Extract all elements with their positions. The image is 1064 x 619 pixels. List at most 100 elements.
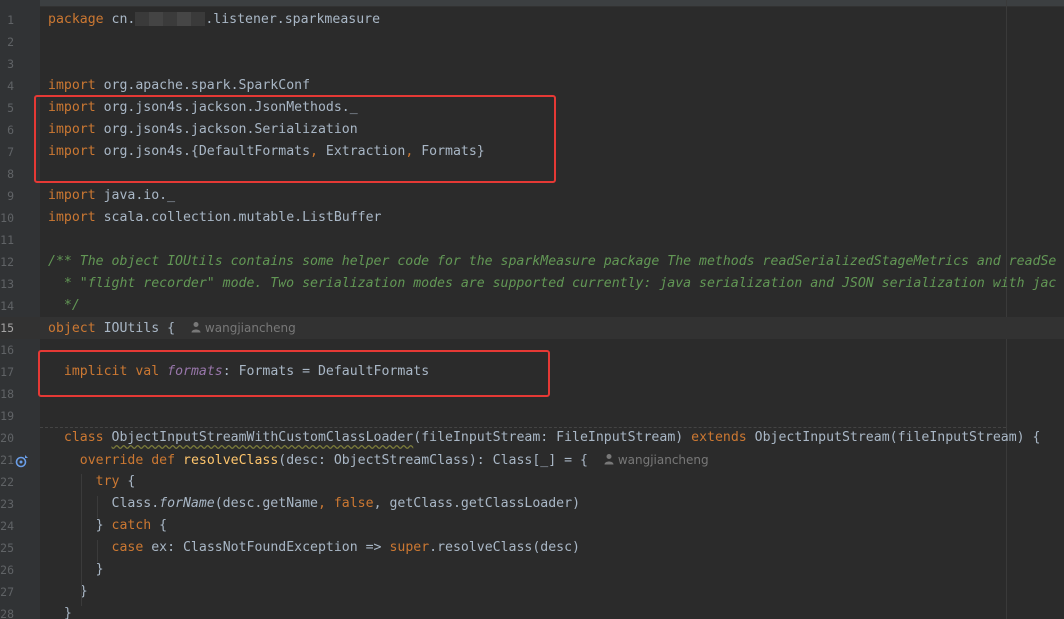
code-token: catch bbox=[111, 518, 152, 533]
code-line[interactable]: 10 import scala.collection.mutable.ListBu… bbox=[0, 207, 1064, 229]
indent-guide bbox=[97, 496, 98, 518]
line-number[interactable]: 25 bbox=[0, 537, 14, 559]
code-token: ObjectInputStreamWithCustomClassLoader bbox=[111, 430, 414, 445]
code-token: Class. bbox=[48, 496, 160, 511]
code-token: getClass.getClassLoader) bbox=[381, 496, 581, 511]
code-line[interactable]: 2 bbox=[0, 31, 1064, 53]
line-number[interactable]: 11 bbox=[0, 229, 14, 251]
code-token: super bbox=[389, 540, 430, 555]
line-number[interactable]: 6 bbox=[0, 119, 14, 141]
code-line[interactable]: 22 try { bbox=[0, 471, 1064, 493]
author-hint[interactable]: wangjiancheng bbox=[604, 453, 709, 467]
author-name: wangjiancheng bbox=[204, 321, 296, 335]
code-editor[interactable]: 1 package cn. .listener.sparkmeasure 2 3 4 imp… bbox=[0, 0, 1064, 619]
line-number[interactable]: 24 bbox=[0, 515, 14, 537]
code-line[interactable]: 24 } catch { bbox=[0, 515, 1064, 537]
code-line[interactable]: 25 case ex: ClassNotFoundException => su… bbox=[0, 537, 1064, 559]
line-number[interactable]: 2 bbox=[0, 31, 14, 53]
author-hint[interactable]: wangjiancheng bbox=[191, 321, 296, 335]
line-number[interactable]: 19 bbox=[0, 405, 14, 427]
code-line[interactable]: 26 } bbox=[0, 559, 1064, 581]
code-line[interactable]: 21 override def resolveClass(desc: Objec… bbox=[0, 449, 1064, 471]
line-number[interactable]: 18 bbox=[0, 383, 14, 405]
code-text[interactable]: */ bbox=[48, 295, 80, 317]
code-line[interactable]: 11 bbox=[0, 229, 1064, 251]
code-token: (desc.getName bbox=[214, 496, 318, 511]
line-number[interactable]: 8 bbox=[0, 163, 14, 185]
code-line[interactable]: 23 Class.forName(desc.getName, false, ge… bbox=[0, 493, 1064, 515]
code-line[interactable]: 1 package cn. .listener.sparkmeasure bbox=[0, 9, 1064, 31]
line-number[interactable]: 21 bbox=[0, 449, 14, 471]
code-token: , bbox=[373, 496, 382, 511]
code-token: import bbox=[48, 210, 96, 225]
code-text[interactable]: case ex: ClassNotFoundException => super… bbox=[48, 537, 580, 559]
line-number[interactable]: 1 bbox=[0, 9, 14, 31]
code-token: import bbox=[48, 188, 96, 203]
line-number[interactable]: 5 bbox=[0, 97, 14, 119]
code-line[interactable]: 27 } bbox=[0, 581, 1064, 603]
line-number[interactable]: 15 bbox=[0, 317, 14, 339]
code-text[interactable]: } bbox=[48, 603, 72, 619]
person-icon bbox=[604, 454, 614, 465]
code-token: java.io._ bbox=[95, 188, 176, 203]
code-token: cn. bbox=[103, 12, 136, 27]
code-line[interactable]: 12 /** The object IOUtils contains some h… bbox=[0, 251, 1064, 273]
code-token: } bbox=[48, 562, 104, 577]
code-line[interactable]: 9 import java.io._ bbox=[0, 185, 1064, 207]
code-text[interactable]: import org.apache.spark.SparkConf bbox=[48, 75, 310, 97]
code-text[interactable]: import java.io._ bbox=[48, 185, 175, 207]
line-number[interactable]: 10 bbox=[0, 207, 14, 229]
code-token: scala.collection.mutable.ListBuffer bbox=[95, 210, 382, 225]
line-number[interactable]: 13 bbox=[0, 273, 14, 295]
line-number[interactable]: 16 bbox=[0, 339, 14, 361]
line-number[interactable]: 7 bbox=[0, 141, 14, 163]
code-line[interactable]: 20 class ObjectInputStreamWithCustomClas… bbox=[0, 427, 1064, 449]
code-text[interactable]: import scala.collection.mutable.ListBuff… bbox=[48, 207, 381, 229]
code-line[interactable]: 3 bbox=[0, 53, 1064, 75]
code-text[interactable]: } catch { bbox=[48, 515, 168, 537]
code-token: IOUtils { bbox=[95, 321, 191, 336]
code-text[interactable]: /** The object IOUtils contains some hel… bbox=[48, 251, 1056, 273]
code-text[interactable]: * "flight recorder" mode. Two serializat… bbox=[48, 273, 1056, 295]
line-number[interactable]: 9 bbox=[0, 185, 14, 207]
code-line[interactable]: 15 object IOUtils { wangjiancheng bbox=[0, 317, 1064, 339]
code-text[interactable]: override def resolveClass(desc: ObjectSt… bbox=[48, 449, 709, 472]
line-number[interactable]: 17 bbox=[0, 361, 14, 383]
line-number[interactable]: 3 bbox=[0, 53, 14, 75]
code-line[interactable]: 4 import org.apache.spark.SparkConf bbox=[0, 75, 1064, 97]
code-line[interactable]: 19 bbox=[0, 405, 1064, 427]
override-method-icon[interactable] bbox=[15, 454, 29, 468]
code-token: resolveClass bbox=[183, 453, 279, 468]
code-token: case bbox=[111, 540, 144, 555]
line-number[interactable]: 20 bbox=[0, 427, 14, 449]
line-number[interactable]: 12 bbox=[0, 251, 14, 273]
code-text[interactable]: package cn. .listener.sparkmeasure bbox=[48, 9, 380, 31]
code-token: (fileInputStream: FileInputStream) bbox=[413, 430, 692, 445]
code-line[interactable]: 14 */ bbox=[0, 295, 1064, 317]
code-token: false bbox=[333, 496, 374, 511]
line-number[interactable]: 23 bbox=[0, 493, 14, 515]
line-number[interactable]: 28 bbox=[0, 603, 14, 619]
line-number[interactable]: 26 bbox=[0, 559, 14, 581]
code-text[interactable]: object IOUtils { wangjiancheng bbox=[48, 317, 296, 340]
code-text[interactable]: } bbox=[48, 559, 104, 581]
code-token: org.apache.spark.SparkConf bbox=[95, 78, 311, 93]
line-number[interactable]: 4 bbox=[0, 75, 14, 97]
line-number[interactable]: 14 bbox=[0, 295, 14, 317]
code-line[interactable]: 28 } bbox=[0, 603, 1064, 619]
line-number[interactable]: 27 bbox=[0, 581, 14, 603]
code-text[interactable]: try { bbox=[48, 471, 136, 493]
code-text[interactable]: class ObjectInputStreamWithCustomClassLo… bbox=[48, 427, 1041, 449]
code-token: extends bbox=[691, 430, 747, 445]
code-token: package bbox=[48, 12, 104, 27]
code-token: ObjectInputStream(fileInputStream) { bbox=[746, 430, 1041, 445]
code-token: /** The object IOUtils contains some hel… bbox=[48, 254, 1057, 269]
line-number[interactable]: 22 bbox=[0, 471, 14, 493]
code-line[interactable]: 13 * "flight recorder" mode. Two seriali… bbox=[0, 273, 1064, 295]
code-text[interactable]: Class.forName(desc.getName, false, getCl… bbox=[48, 493, 581, 515]
code-token: object bbox=[48, 321, 96, 336]
code-token: { bbox=[151, 518, 168, 533]
